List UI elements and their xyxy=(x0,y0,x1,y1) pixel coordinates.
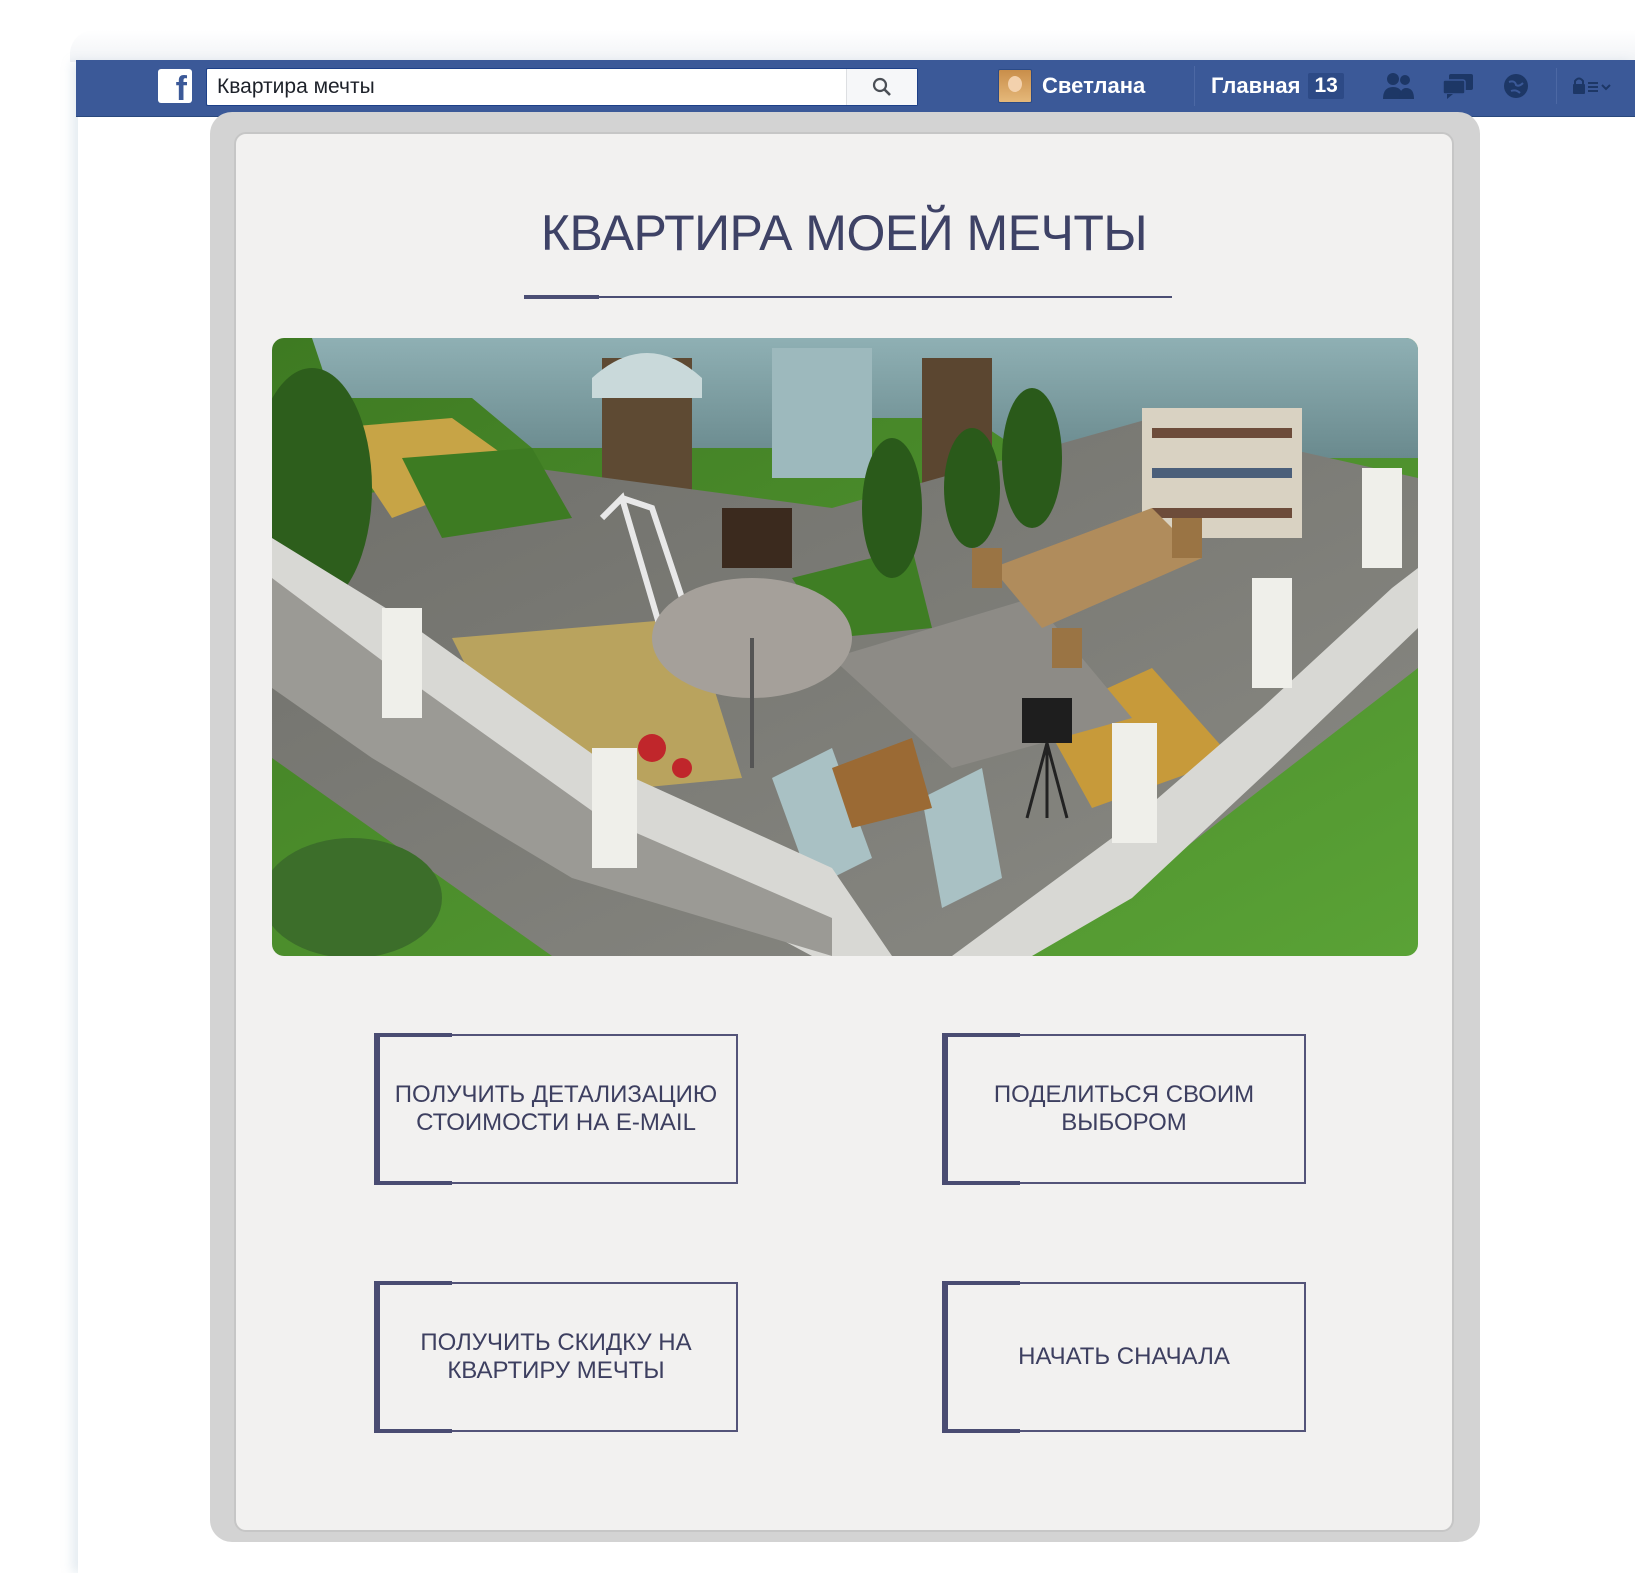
notification-icons xyxy=(1381,68,1531,104)
avatar xyxy=(998,69,1032,103)
button-label: ПОЛУЧИТЬ СКИДКУ НА КВАРТИРУ МЕЧТЫ xyxy=(420,1329,692,1384)
share-choice-button[interactable]: ПОДЕЛИТЬСЯ СВОИМ ВЫБОРОМ xyxy=(942,1033,1306,1185)
facebook-top-bar: f Светлана Главная 13 xyxy=(76,60,1635,117)
apartment-terrace-render xyxy=(272,338,1418,956)
home-link[interactable]: Главная 13 xyxy=(1194,66,1344,106)
button-corner-accent xyxy=(374,1429,452,1433)
lock-menu-icon xyxy=(1573,77,1611,94)
home-count-badge: 13 xyxy=(1308,73,1344,99)
search-icon xyxy=(872,77,891,96)
user-name: Светлана xyxy=(1042,73,1146,98)
page-title: КВАРТИРА МОЕЙ МЕЧТЫ xyxy=(540,205,1148,261)
get-discount-button[interactable]: ПОЛУЧИТЬ СКИДКУ НА КВАРТИРУ МЕЧТЫ xyxy=(374,1281,738,1433)
messages-icon[interactable] xyxy=(1441,71,1475,101)
home-label: Главная xyxy=(1211,73,1301,98)
title-underline-accent xyxy=(524,295,599,299)
button-corner-accent xyxy=(942,1429,1020,1433)
button-label: ПОДЕЛИТЬСЯ СВОИМ ВЫБОРОМ xyxy=(993,1081,1255,1136)
button-label: НАЧАТЬ СНАЧАЛА xyxy=(1018,1343,1230,1370)
app-panel: КВАРТИРА МОЕЙ МЕЧТЫ ПОЛУЧИТЬ ДЕТАЛИЗАЦИЮ… xyxy=(234,132,1454,1532)
start-over-button[interactable]: НАЧАТЬ СНАЧАЛА xyxy=(942,1281,1306,1433)
facebook-logo-icon[interactable]: f xyxy=(158,69,192,103)
button-corner-accent xyxy=(374,1181,452,1185)
search-input[interactable] xyxy=(207,69,847,105)
profile-link[interactable]: Светлана xyxy=(998,66,1145,106)
privacy-shortcuts[interactable] xyxy=(1556,68,1611,104)
title-underline xyxy=(524,296,1172,298)
app-frame: КВАРТИРА МОЕЙ МЕЧТЫ ПОЛУЧИТЬ ДЕТАЛИЗАЦИЮ… xyxy=(210,112,1480,1542)
get-cost-details-email-button[interactable]: ПОЛУЧИТЬ ДЕТАЛИЗАЦИЮ СТОИМОСТИ НА E-MAIL xyxy=(374,1033,738,1185)
window-top-edge xyxy=(70,30,1635,62)
search-button[interactable] xyxy=(846,69,917,105)
button-label: ПОЛУЧИТЬ ДЕТАЛИЗАЦИЮ СТОИМОСТИ НА E-MAIL xyxy=(394,1081,718,1136)
notifications-globe-icon[interactable] xyxy=(1501,71,1531,101)
friend-requests-icon[interactable] xyxy=(1381,71,1415,101)
button-corner-accent xyxy=(942,1181,1020,1185)
search-box xyxy=(206,68,918,106)
